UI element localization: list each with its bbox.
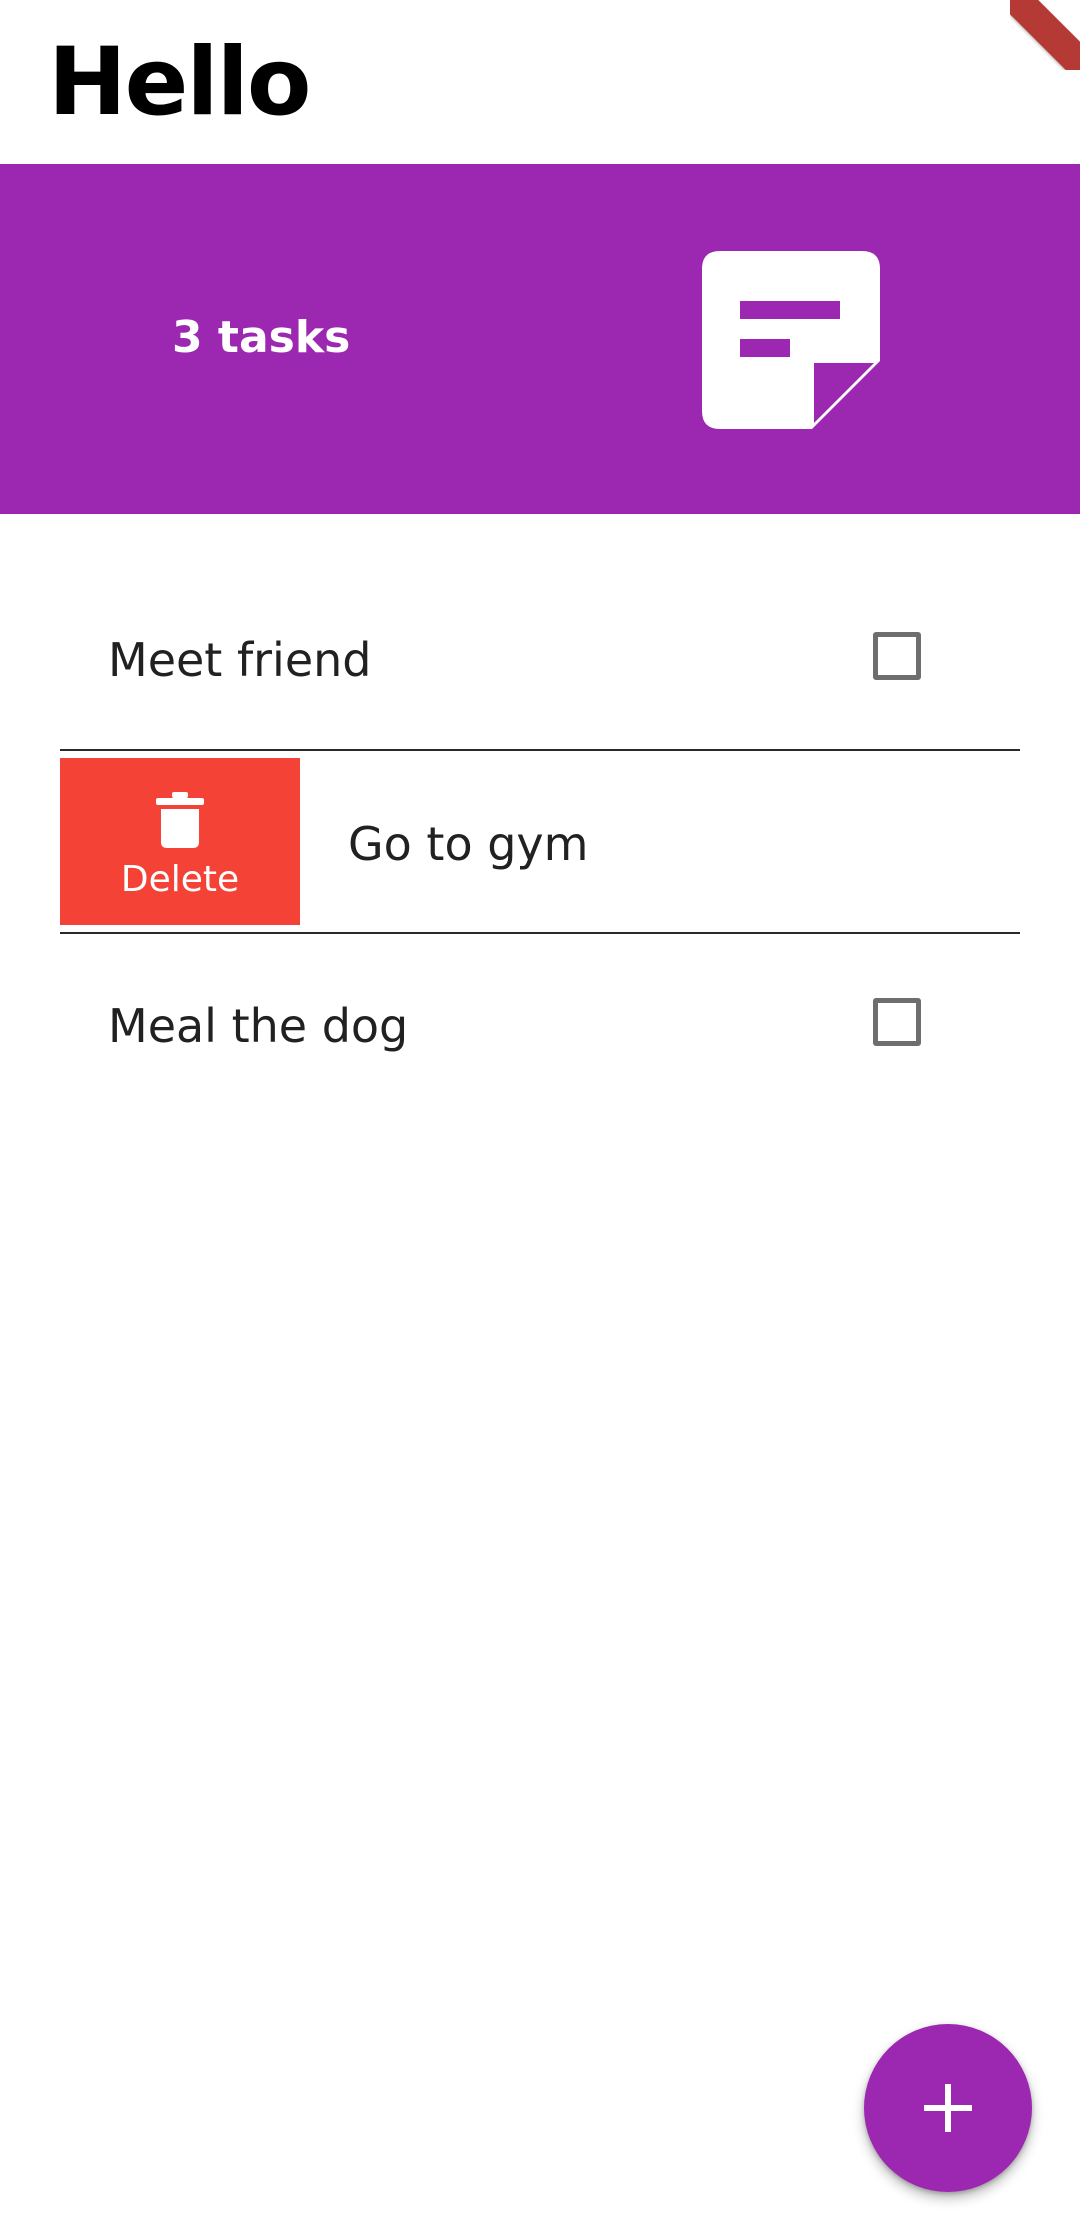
- task-item[interactable]: Meal the dog: [60, 940, 1020, 1110]
- task-count-label: 3 tasks: [172, 312, 351, 363]
- delete-action-button[interactable]: Delete: [60, 758, 300, 925]
- task-summary-banner: 3 tasks: [0, 164, 1080, 514]
- trash-icon: [156, 792, 204, 848]
- task-checkbox[interactable]: [873, 632, 921, 680]
- task-title: Go to gym: [348, 817, 589, 871]
- task-item[interactable]: Meet friend: [60, 574, 1020, 744]
- delete-label: Delete: [120, 859, 240, 900]
- sticky-note-icon: [702, 251, 880, 429]
- greeting-title: Hello: [48, 28, 311, 137]
- task-checkbox[interactable]: [873, 998, 921, 1046]
- task-title: Meal the dog: [108, 999, 409, 1053]
- add-task-button[interactable]: [864, 2024, 1032, 2192]
- task-title: Meet friend: [108, 633, 372, 687]
- plus-icon: [924, 2084, 972, 2132]
- list-divider: [60, 932, 1020, 934]
- task-item-swiped[interactable]: Delete Go to gym: [60, 750, 1020, 930]
- app-header: Hello: [0, 0, 1080, 164]
- app-screen: Hello 3 tasks Meet friend Delete Go to g…: [0, 0, 1080, 2239]
